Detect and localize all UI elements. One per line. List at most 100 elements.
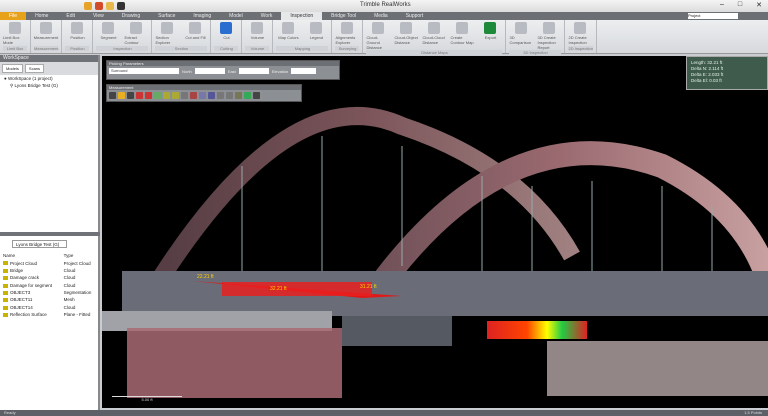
row-type: Mesh <box>63 297 75 303</box>
measurement-label: 31.21 ft <box>360 284 377 290</box>
ribbon-button[interactable]: Segment <box>96 22 120 45</box>
tab-inspection[interactable]: Inspection <box>281 12 323 20</box>
tab-edit[interactable]: Edit <box>57 12 84 20</box>
measure-tool-icon[interactable] <box>181 92 188 99</box>
project-select[interactable]: Lyons Bridge Test (G) <box>12 240 67 248</box>
workspace-select[interactable]: Project <box>688 13 738 19</box>
table-row[interactable]: OBJECT14 Cloud <box>2 304 98 311</box>
ribbon-group: Volume Volume <box>242 20 274 53</box>
ribbon-button[interactable]: Measurement <box>34 22 58 40</box>
tab-view[interactable]: View <box>84 12 113 20</box>
ribbon-button[interactable]: Cloud-Object Distance <box>394 22 418 50</box>
ribbon-button[interactable]: Cloud-Ground Distance <box>366 22 390 50</box>
maximize-button[interactable]: □ <box>738 1 742 9</box>
table-row[interactable]: Bridge Cloud <box>2 267 98 274</box>
group-label: Measurement <box>34 46 59 51</box>
measure-tool-icon[interactable] <box>163 92 170 99</box>
row-type: Cloud <box>63 282 76 288</box>
ribbon-button[interactable]: Volume <box>245 22 269 40</box>
north-input[interactable] <box>194 68 225 74</box>
close-button[interactable]: ✕ <box>756 1 762 9</box>
ribbon-button[interactable]: Cloud-Cloud Distance <box>422 22 446 50</box>
ribbon-button[interactable]: Legend <box>304 22 328 40</box>
tab-media[interactable]: Media <box>365 12 397 20</box>
measure-tool-icon[interactable] <box>172 92 179 99</box>
deck <box>122 271 768 316</box>
ribbon-button[interactable]: Extract Contour <box>124 22 148 45</box>
ribbon-button[interactable]: Export <box>478 22 502 50</box>
tool-icon <box>9 22 21 34</box>
button-label: Cloud-Object Distance <box>394 35 418 45</box>
measure-tool-icon[interactable] <box>199 92 206 99</box>
measure-tool-icon[interactable] <box>154 92 161 99</box>
ribbon-button[interactable]: Section Explorer <box>155 22 179 45</box>
table-row[interactable]: Reflection Surface Plane - Fitted <box>2 311 98 318</box>
east-input[interactable] <box>238 68 269 74</box>
tab-models[interactable]: Models <box>2 64 23 73</box>
tree-item-workspace[interactable]: ● WorkSpace (1 project) <box>0 75 98 82</box>
measure-tool-icon[interactable] <box>208 92 215 99</box>
minimize-button[interactable]: – <box>720 1 724 9</box>
elevation-input[interactable] <box>291 68 317 74</box>
tab-bridge-tool[interactable]: Bridge Tool <box>322 12 365 20</box>
ribbon-button[interactable]: Limit Box Mode <box>3 22 27 45</box>
measure-tool-icon[interactable] <box>190 92 197 99</box>
ribbon-group: Cloud-Ground Distance Cloud-Object Distan… <box>363 20 507 55</box>
tree-item-project[interactable]: ⚲ Lyons Bridge Test (G) <box>0 82 98 90</box>
measure-tool-icon[interactable] <box>244 92 251 99</box>
quick-access-toolbar[interactable] <box>84 2 125 10</box>
ribbon-button[interactable]: Cut and Fill <box>183 22 207 45</box>
ribbon-button[interactable]: Cut <box>214 22 238 40</box>
ribbon-button[interactable]: Map Colors <box>276 22 300 40</box>
measure-tool-icon[interactable] <box>109 92 116 99</box>
table-row[interactable]: OBJECT11 Mesh <box>2 296 98 303</box>
table-row[interactable]: OBJECT3 Segmentation <box>2 289 98 296</box>
tab-model[interactable]: Model <box>220 12 252 20</box>
ribbon-button[interactable]: 3D Create Inspection Report <box>537 22 561 50</box>
row-type: Cloud <box>63 267 76 273</box>
ribbon-group: Measurement Measurement <box>31 20 63 53</box>
ribbon-group: Cut Cutting <box>211 20 243 53</box>
picking-mode-select[interactable]: Surround <box>109 68 179 74</box>
measure-tool-icon[interactable] <box>235 92 242 99</box>
panel-header: WorkSpace <box>0 55 98 62</box>
column-header-type[interactable]: Type <box>63 252 98 259</box>
tab-support[interactable]: Support <box>397 12 433 20</box>
row-name: Bridge <box>2 267 63 274</box>
tool-icon <box>189 22 202 34</box>
ribbon-button[interactable]: Create Contour Map <box>450 22 474 50</box>
button-label: Cloud-Cloud Distance <box>422 35 445 45</box>
table-row[interactable]: Project Cloud Project Cloud <box>2 259 98 266</box>
3d-viewport[interactable]: Picking Parameters Surround North East Elev… <box>102 56 768 408</box>
tab-drawing[interactable]: Drawing <box>113 12 149 20</box>
measure-tool-icon[interactable] <box>253 92 260 99</box>
column-header-name[interactable]: Name <box>2 252 63 259</box>
ribbon-button[interactable]: Alignments Explorer <box>335 22 359 45</box>
tab-scans[interactable]: Scans <box>24 64 45 73</box>
tab-imaging[interactable]: Imaging <box>184 12 220 20</box>
ribbon-button[interactable]: 3D Comparison <box>509 22 533 50</box>
button-label: Measurement <box>33 35 59 40</box>
tool-icon <box>310 22 323 34</box>
tab-surface[interactable]: Surface <box>149 12 184 20</box>
row-type: Cloud <box>63 304 76 310</box>
tool-icon <box>515 22 528 34</box>
measure-tool-icon[interactable] <box>226 92 233 99</box>
measurement-label: 32.21 ft <box>270 286 287 292</box>
tab-work[interactable]: Work <box>252 12 282 20</box>
row-name: Reflection Surface <box>2 311 63 318</box>
table-row[interactable]: Damage crack Cloud <box>2 274 98 281</box>
measure-tool-icon[interactable] <box>118 92 125 99</box>
ribbon-button[interactable]: 2D Create Inspection <box>568 22 592 45</box>
measure-tool-icon[interactable] <box>217 92 224 99</box>
measure-tool-icon[interactable] <box>127 92 134 99</box>
ribbon-button[interactable]: Position <box>65 22 89 40</box>
tab-file[interactable]: File <box>0 12 27 20</box>
ribbon-group: 2D Create Inspection 2D Inspection <box>565 20 597 53</box>
measure-tool-icon[interactable] <box>136 92 143 99</box>
tab-home[interactable]: Home <box>26 12 57 20</box>
measure-tool-icon[interactable] <box>145 92 152 99</box>
ribbon-group: Map Colors Legend Mapping <box>273 20 333 53</box>
table-row[interactable]: Damage for segment Cloud <box>2 282 98 289</box>
status-text: Ready <box>4 410 16 415</box>
